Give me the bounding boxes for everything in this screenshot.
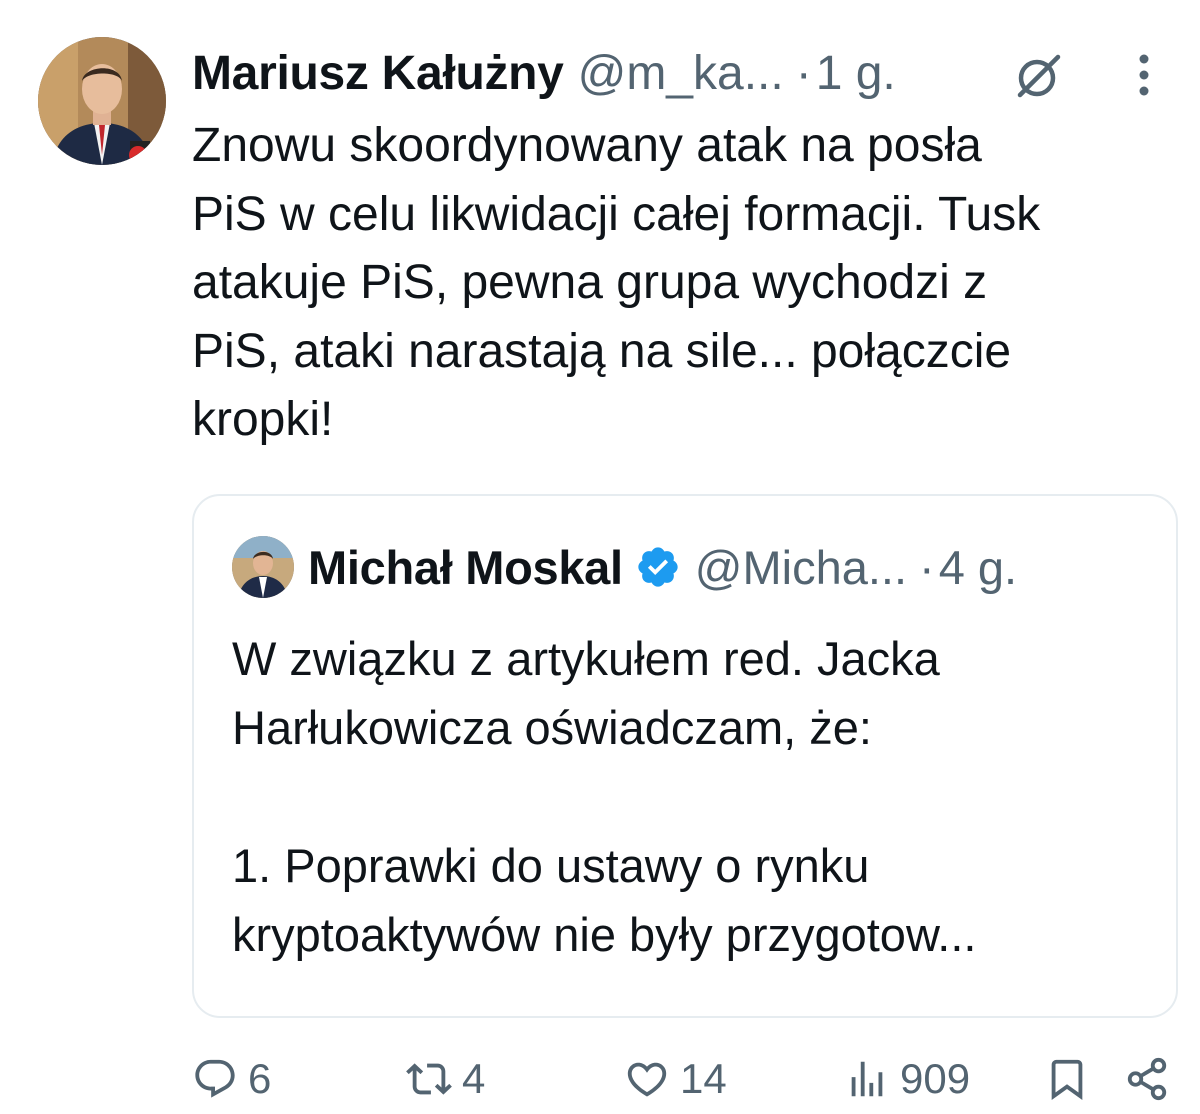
repost-button[interactable]: 4 [406, 1048, 485, 1110]
views-count: 909 [900, 1055, 971, 1102]
quoted-author-avatar[interactable] [232, 536, 294, 598]
quoted-author-name[interactable]: Michał Moskal [308, 540, 623, 595]
tweet-header: Mariusz Kałużny @m_ka... · 1 g. [192, 38, 1176, 108]
quoted-author-avatar-image [232, 536, 294, 598]
bookmark-icon [1051, 1059, 1083, 1100]
quoted-author-handle[interactable]: @Micha... [695, 540, 907, 595]
views-button[interactable]: 909 [844, 1048, 970, 1110]
share-button[interactable] [1124, 1048, 1170, 1110]
like-button[interactable]: 14 [624, 1048, 727, 1110]
more-icon[interactable] [1134, 50, 1154, 100]
tweet-actions: 6 4 14 909 [192, 1048, 1180, 1110]
quoted-tweet[interactable]: Michał Moskal @Micha... · 4 g. W związku… [192, 494, 1178, 1018]
quoted-tweet-text: W związku z artykułem red. Jacka Harłuko… [232, 632, 977, 961]
separator-dot: · [795, 46, 812, 100]
quoted-tweet-header: Michał Moskal @Micha... · 4 g. [232, 534, 1156, 600]
author-avatar-image [38, 37, 166, 165]
grok-icon[interactable] [1012, 48, 1066, 102]
verified-badge-icon[interactable] [635, 544, 681, 590]
reply-count: 6 [248, 1055, 272, 1102]
like-count: 14 [680, 1055, 727, 1102]
author-handle[interactable]: @m_ka... [578, 46, 784, 101]
tweet-time[interactable]: 1 g. [816, 46, 896, 101]
heart-icon [627, 1062, 667, 1097]
tweet-text: Znowu skoordynowany atak na posła PiS w … [192, 119, 1041, 446]
bookmark-button[interactable] [1044, 1048, 1090, 1110]
share-icon [1127, 1057, 1167, 1101]
quoted-tweet-time[interactable]: 4 g. [939, 540, 1017, 595]
reply-icon [195, 1059, 235, 1098]
repost-icon [406, 1063, 452, 1095]
reply-button[interactable]: 6 [192, 1048, 271, 1110]
views-icon [851, 1061, 883, 1097]
author-name[interactable]: Mariusz Kałużny [192, 46, 564, 101]
separator-dot: · [919, 540, 935, 594]
repost-count: 4 [462, 1055, 486, 1102]
author-avatar[interactable] [38, 37, 166, 165]
